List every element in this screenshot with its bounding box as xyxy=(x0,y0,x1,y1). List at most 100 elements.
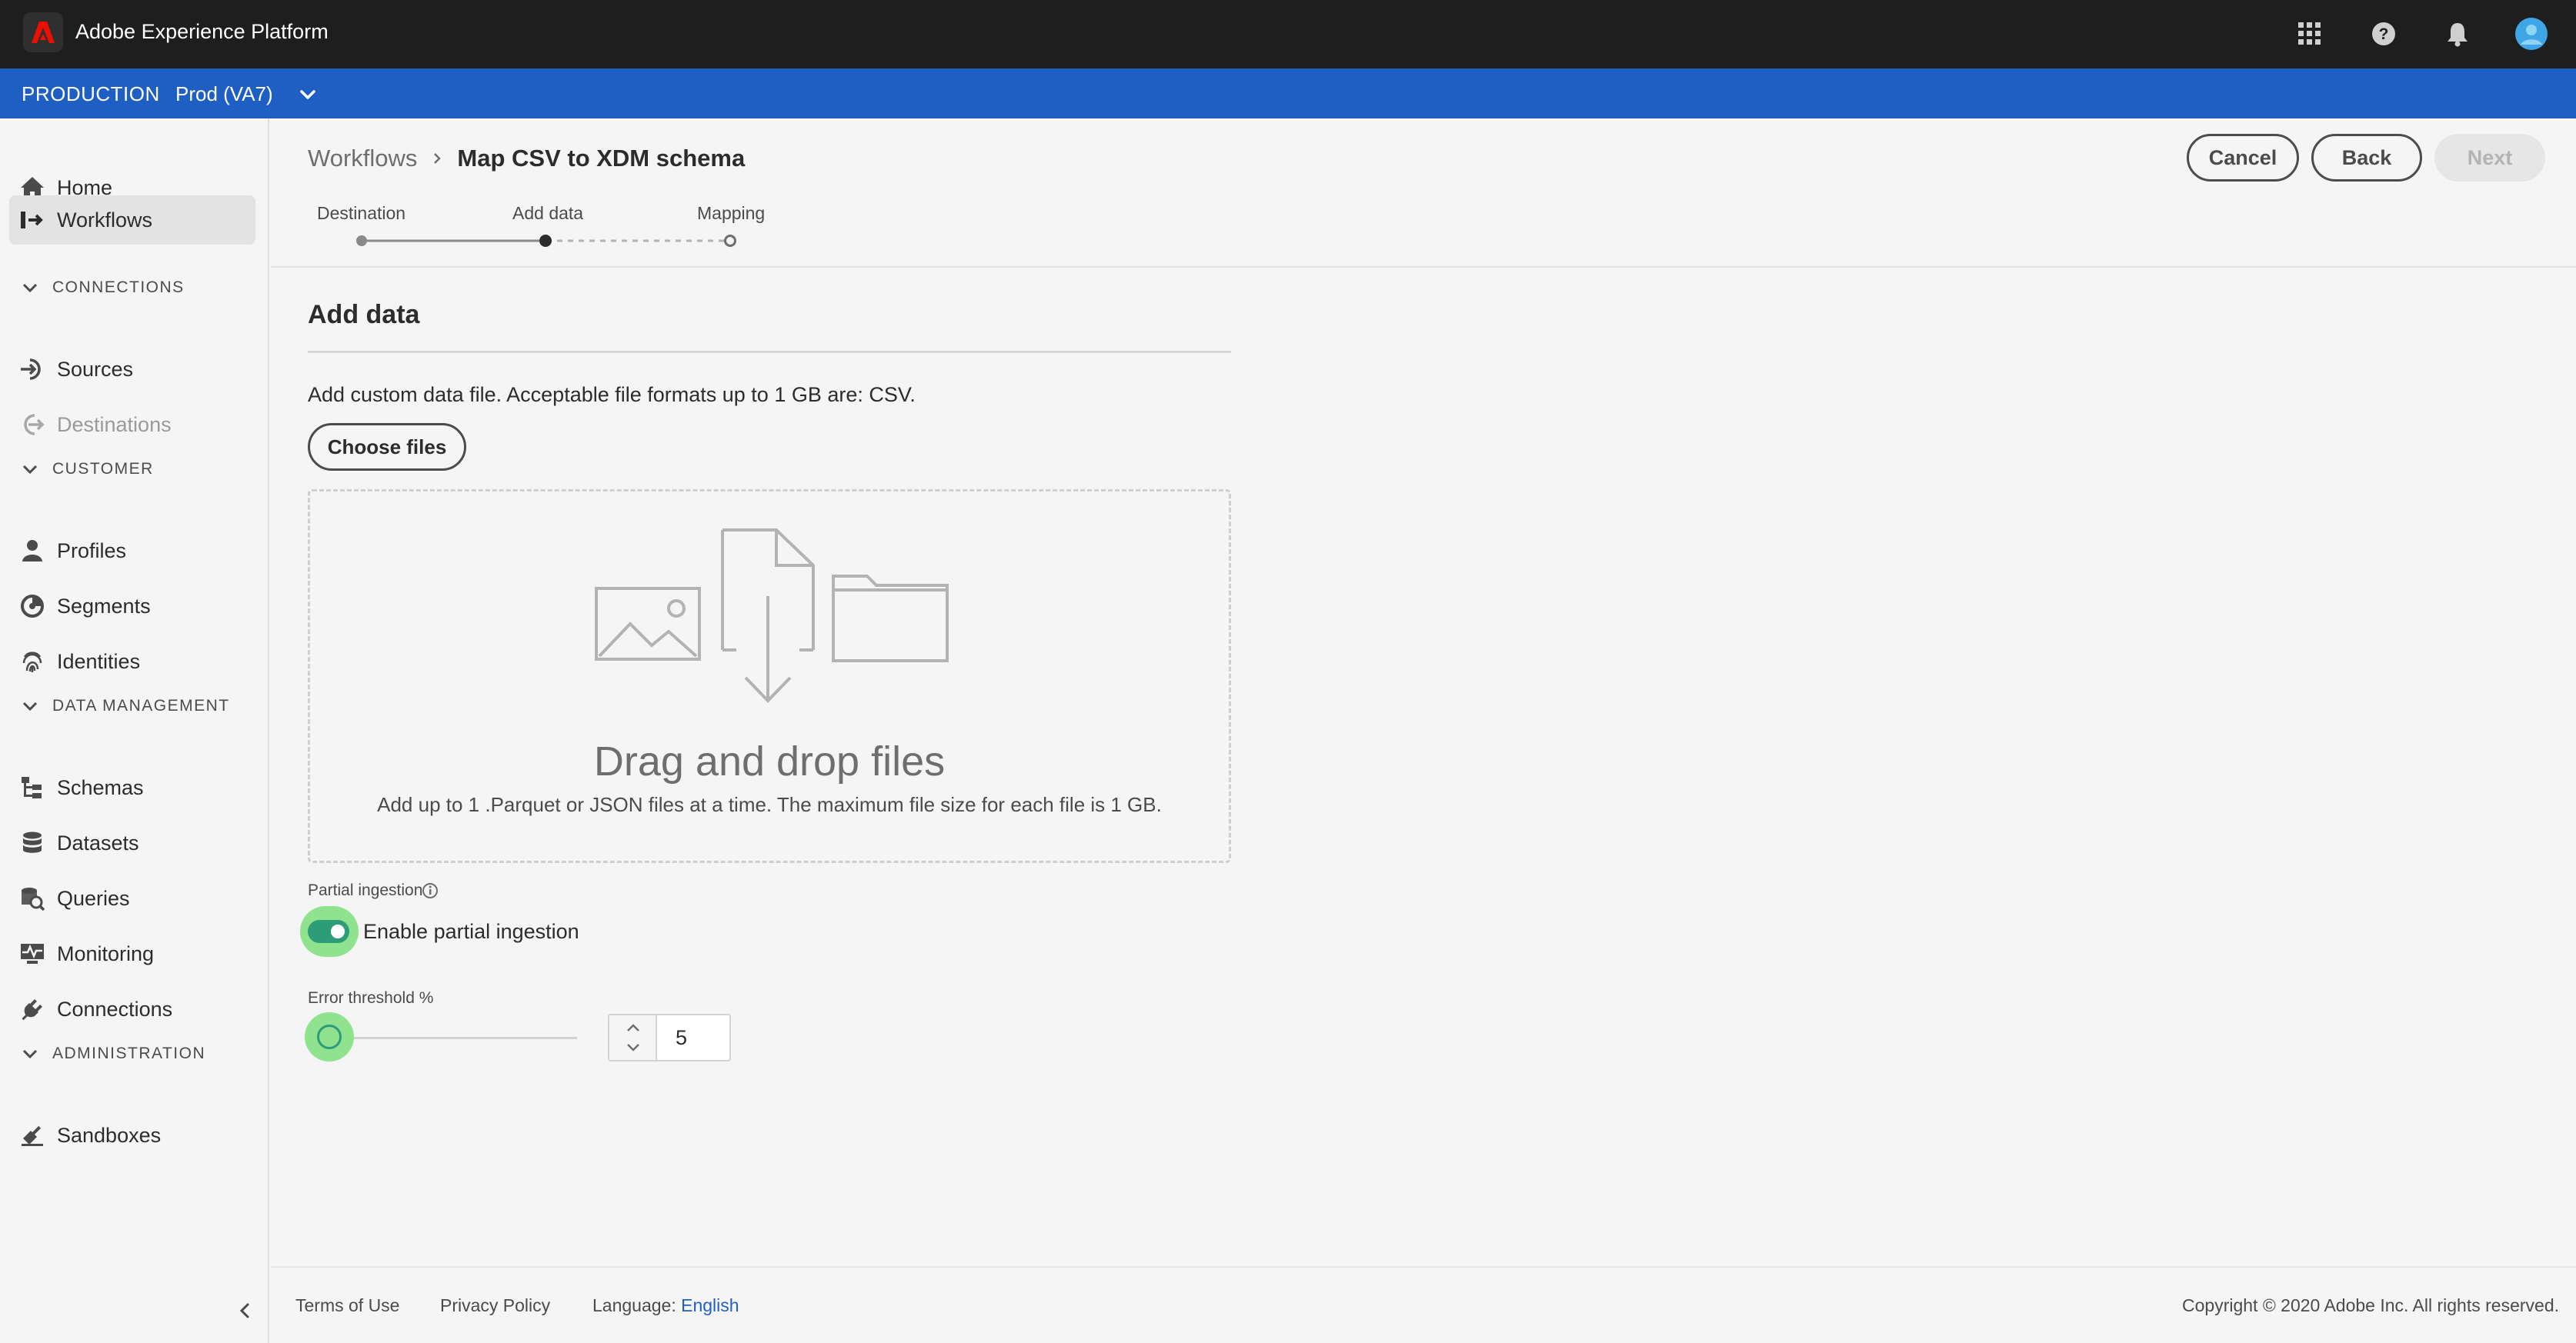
section-administration[interactable]: ADMINISTRATION xyxy=(22,1038,205,1069)
chevron-down-icon xyxy=(22,701,38,711)
plug-icon xyxy=(17,994,48,1025)
sandbox-selector[interactable]: Prod (VA7) xyxy=(175,82,273,106)
app-title[interactable]: Adobe Experience Platform xyxy=(75,20,329,44)
error-threshold-number-input[interactable]: 5 xyxy=(608,1014,731,1061)
svg-text:?: ? xyxy=(2379,25,2389,43)
sidebar-item-sandboxes[interactable]: Sandboxes xyxy=(9,1111,255,1160)
back-button[interactable]: Back xyxy=(2311,134,2422,182)
sidebar-item-label: Schemas xyxy=(57,775,144,799)
drag-drop-illustration-icon xyxy=(595,528,949,703)
sidebar-item-identities[interactable]: Identities xyxy=(9,637,255,686)
partial-ingestion-label: Partial ingestion xyxy=(308,881,423,899)
queries-icon xyxy=(17,883,48,914)
section-divider xyxy=(308,351,1231,353)
collapse-sidebar-chevron-icon[interactable] xyxy=(232,1298,257,1323)
org-bar: PRODUCTION Prod (VA7) xyxy=(0,68,2576,118)
org-name: PRODUCTION xyxy=(22,82,160,105)
user-avatar[interactable] xyxy=(2514,17,2548,51)
upload-description: Add custom data file. Acceptable file fo… xyxy=(308,383,916,406)
choose-files-button[interactable]: Choose files xyxy=(308,423,466,471)
sidebar-item-label: Monitoring xyxy=(57,941,155,965)
step-mapping-label: Mapping xyxy=(697,203,766,223)
dropzone-title: Drag and drop files xyxy=(593,738,946,785)
sidebar-item-label: Datasets xyxy=(57,831,139,855)
step-mapping-dot xyxy=(724,235,736,247)
sidebar-item-destinations[interactable]: Destinations xyxy=(9,400,255,449)
error-threshold-value[interactable]: 5 xyxy=(676,1026,687,1050)
step-destination-label: Destination xyxy=(317,203,406,223)
sidebar-item-label: Identities xyxy=(57,649,141,673)
help-icon[interactable]: ? xyxy=(2367,17,2401,51)
schema-icon xyxy=(17,772,48,803)
sidebar-item-label: Destinations xyxy=(57,412,172,436)
notifications-bell-icon[interactable] xyxy=(2441,17,2474,51)
step-add-data-label: Add data xyxy=(512,203,584,223)
section-label: CONNECTIONS xyxy=(52,278,185,296)
section-label: ADMINISTRATION xyxy=(52,1045,206,1062)
cancel-button[interactable]: Cancel xyxy=(2187,134,2299,182)
sidebar-item-sources[interactable]: Sources xyxy=(9,345,255,394)
workflows-icon xyxy=(17,205,48,235)
chevron-down-icon xyxy=(22,283,38,293)
profile-icon xyxy=(17,535,48,566)
sidebar-item-monitoring[interactable]: Monitoring xyxy=(9,929,255,978)
section-label: DATA MANAGEMENT xyxy=(52,697,230,715)
section-label: CUSTOMER xyxy=(52,460,154,478)
chevron-down-icon xyxy=(22,465,38,475)
monitoring-icon xyxy=(17,938,48,969)
error-threshold-label: Error threshold % xyxy=(308,989,434,1007)
sidebar-item-queries[interactable]: Queries xyxy=(9,874,255,923)
terms-of-use-link[interactable]: Terms of Use xyxy=(295,1295,399,1316)
sidebar-item-label: Connections xyxy=(57,997,173,1021)
number-stepper-buttons[interactable] xyxy=(609,1015,657,1060)
database-icon xyxy=(17,828,48,858)
partial-ingestion-toggle-label[interactable]: Enable partial ingestion xyxy=(363,920,579,944)
sandbox-icon xyxy=(17,1120,48,1151)
header-divider xyxy=(271,266,2576,268)
sidebar-item-label: Sandboxes xyxy=(57,1123,162,1147)
file-dropzone[interactable]: Drag and drop files Add up to 1 .Parquet… xyxy=(308,489,1231,863)
sidebar-item-datasets[interactable]: Datasets xyxy=(9,818,255,868)
section-customer[interactable]: CUSTOMER xyxy=(22,454,154,485)
adobe-logo-icon[interactable] xyxy=(23,12,63,52)
app-switcher-icon[interactable] xyxy=(2293,17,2327,51)
workflow-stepper xyxy=(356,235,736,247)
next-button[interactable]: Next xyxy=(2434,134,2545,182)
destinations-icon xyxy=(17,409,48,440)
error-threshold-slider-handle[interactable] xyxy=(317,1025,342,1049)
language-selector[interactable]: Language: English xyxy=(592,1295,739,1316)
section-connections[interactable]: CONNECTIONS xyxy=(22,272,185,303)
left-nav: Home Workflows CONNECTIONS Sources Desti… xyxy=(0,118,269,1343)
chevron-down-icon xyxy=(22,1049,38,1059)
chevron-right-icon xyxy=(434,153,442,164)
sidebar-item-label: Queries xyxy=(57,886,130,910)
sidebar-item-connections[interactable]: Connections xyxy=(9,985,255,1034)
copyright-text: Copyright © 2020 Adobe Inc. All rights r… xyxy=(2182,1295,2559,1315)
sidebar-item-label: Sources xyxy=(57,357,134,381)
language-label: Language: xyxy=(592,1295,676,1315)
breadcrumb: Workflows Map CSV to XDM schema xyxy=(308,145,745,172)
sidebar-item-profiles[interactable]: Profiles xyxy=(9,526,255,575)
page-title: Map CSV to XDM schema xyxy=(457,145,746,172)
sidebar-item-schemas[interactable]: Schemas xyxy=(9,763,255,812)
section-data-management[interactable]: DATA MANAGEMENT xyxy=(22,691,230,721)
step-destination-dot xyxy=(356,235,367,246)
partial-ingestion-toggle[interactable] xyxy=(308,920,349,943)
chevron-down-icon[interactable] xyxy=(297,84,319,105)
sidebar-item-label: Workflows xyxy=(57,208,153,232)
sidebar-item-label: Segments xyxy=(57,594,151,618)
sidebar-item-segments[interactable]: Segments xyxy=(9,582,255,631)
sidebar-item-workflows[interactable]: Workflows xyxy=(9,195,255,245)
breadcrumb-workflows-link[interactable]: Workflows xyxy=(308,145,417,172)
info-icon[interactable] xyxy=(422,882,439,899)
sidebar-item-label: Profiles xyxy=(57,538,127,562)
toggle-knob xyxy=(331,925,345,938)
error-threshold-slider-track[interactable] xyxy=(329,1037,577,1039)
increment-decrement-icon[interactable] xyxy=(609,1015,657,1060)
sources-icon xyxy=(17,354,48,385)
section-title: Add data xyxy=(308,300,420,329)
footer: Terms of Use Privacy Policy Language: En… xyxy=(271,1266,2576,1343)
language-value[interactable]: English xyxy=(681,1295,739,1315)
top-bar: Adobe Experience Platform ? xyxy=(0,0,2576,68)
privacy-policy-link[interactable]: Privacy Policy xyxy=(440,1295,550,1316)
